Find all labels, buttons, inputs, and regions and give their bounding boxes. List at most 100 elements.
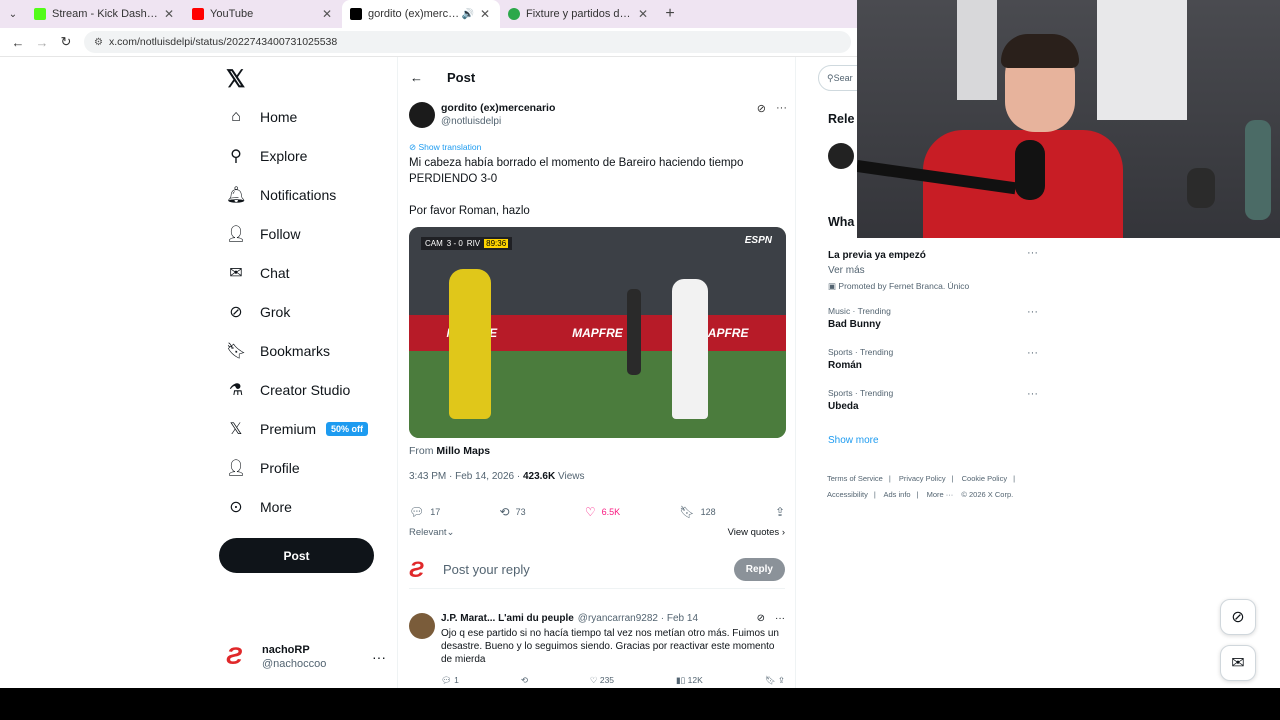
source-link[interactable]: Millo Maps xyxy=(436,445,490,457)
close-tab-icon[interactable]: ✕ xyxy=(636,7,650,21)
sort-dropdown[interactable]: Relevant⌄ xyxy=(409,527,454,538)
close-tab-icon[interactable]: ✕ xyxy=(162,7,176,21)
repost-icon[interactable]: ⟲ xyxy=(521,675,528,686)
bookmark-button[interactable]: 🔖︎ 128 xyxy=(679,505,715,519)
speaker-icon[interactable]: 🔊 xyxy=(462,9,474,20)
reload-icon[interactable]: ↻ xyxy=(54,34,78,50)
nav-explore[interactable]: ⚲ Explore xyxy=(226,141,307,171)
nav-bookmarks[interactable]: 🔖︎ Bookmarks xyxy=(226,336,330,366)
nav-chat[interactable]: ✉ Chat xyxy=(226,258,289,288)
reply-button[interactable]: 💬︎ 17 xyxy=(409,505,440,519)
nav-profile[interactable]: 👤︎ Profile xyxy=(226,453,300,483)
tab-x-post[interactable]: gordito (ex)mercenario on X 🔊 ✕ xyxy=(342,0,500,28)
trend-item[interactable]: La previa ya empezó Ver más ▣ Promoted b… xyxy=(828,247,1048,292)
like-button[interactable]: ♡ 6.5K xyxy=(585,505,620,519)
account-switcher[interactable]: Ƨ nachoRP @nachoccoo ··· xyxy=(226,643,386,671)
show-more-link[interactable]: Show more xyxy=(828,435,879,446)
nav-creator-studio[interactable]: ⚗ Creator Studio xyxy=(226,375,350,405)
repost-button[interactable]: ⟲ 73 xyxy=(500,505,526,519)
page-title: Post xyxy=(447,69,476,85)
trend-item[interactable]: Sports · Trending Ubeda ··· xyxy=(828,388,1048,412)
nav-home[interactable]: ⌂ Home xyxy=(226,102,297,132)
reply-button[interactable]: 💬︎ 1 xyxy=(441,675,459,686)
heart-icon: ♡ xyxy=(584,505,596,519)
media-source: From Millo Maps xyxy=(409,445,490,457)
reply-input[interactable]: Post your reply xyxy=(443,562,734,577)
back-arrow-icon[interactable]: ← xyxy=(6,35,30,50)
more-circle-icon: ⊙ xyxy=(229,499,243,516)
promoted-icon: ▣ xyxy=(828,281,839,291)
nav-follow[interactable]: 👤︎ Follow xyxy=(226,219,300,249)
reply-count: 1 xyxy=(454,675,459,685)
close-tab-icon[interactable]: ✕ xyxy=(478,7,492,21)
more-dots-icon[interactable]: ··· xyxy=(1027,306,1038,318)
relevant-person-avatar[interactable] xyxy=(828,143,854,169)
footer-link[interactable]: Accessibility xyxy=(827,490,868,499)
nav-premium[interactable]: 𝕏 Premium 50% off xyxy=(226,414,369,444)
tab-search-icon[interactable]: ⌄ xyxy=(0,0,26,28)
messages-fab-icon[interactable]: ✉ xyxy=(1220,645,1256,681)
post-video[interactable]: MAPFRE MAPFRE MAPFRE CAM 3 - 0 RIV 89:36… xyxy=(409,227,786,438)
footer-link[interactable]: Privacy Policy xyxy=(899,474,946,483)
footer-link[interactable]: More ··· xyxy=(927,490,954,499)
goalkeeper-figure xyxy=(449,269,491,419)
trend-item[interactable]: Music · Trending Bad Bunny ··· xyxy=(828,306,1048,330)
site-info-icon[interactable]: ⚙ xyxy=(94,37,103,48)
account-handle: @nachoccoo xyxy=(262,658,327,670)
kick-favicon-icon xyxy=(34,8,46,20)
post-author: gordito (ex)mercenario @notluisdelpi ⊘ ·… xyxy=(409,102,787,128)
author-handle[interactable]: @notluisdelpi xyxy=(441,116,555,127)
tab-youtube[interactable]: YouTube ✕ xyxy=(184,0,342,28)
reply-submit-button[interactable]: Reply xyxy=(733,558,785,581)
microphone xyxy=(1015,140,1045,200)
views-button[interactable]: ▮▯ 12K xyxy=(676,675,703,686)
nav-notifications[interactable]: 🔔︎ Notifications xyxy=(226,180,336,210)
tab-fixture[interactable]: Fixture y partidos de 15-02-2026 ✕ xyxy=(500,0,658,28)
bell-icon: 🔔︎ xyxy=(226,187,247,204)
share-button[interactable]: ⇪ xyxy=(775,505,785,519)
grok-icon[interactable]: ⊘ xyxy=(757,613,765,624)
author-avatar[interactable] xyxy=(409,102,435,128)
like-button[interactable]: ♡ 235 xyxy=(590,675,614,686)
nav-label: Grok xyxy=(260,304,291,320)
repost-count: 73 xyxy=(515,507,526,517)
grok-icon[interactable]: ⊘ xyxy=(757,102,766,128)
like-count: 235 xyxy=(599,675,615,685)
new-tab-icon[interactable]: + xyxy=(658,5,682,23)
footer-separator: | xyxy=(951,474,954,483)
close-tab-icon[interactable]: ✕ xyxy=(320,7,334,21)
footer-separator: | xyxy=(1013,474,1016,483)
footer-link[interactable]: Ads info xyxy=(883,490,910,499)
post-timestamp[interactable]: 3:43 PM · Feb 14, 2026 · xyxy=(409,471,520,482)
more-dots-icon[interactable]: ··· xyxy=(775,613,785,624)
youtube-favicon-icon xyxy=(192,8,204,20)
footer-link[interactable]: Terms of Service xyxy=(827,474,883,483)
forward-arrow-icon[interactable]: → xyxy=(30,35,54,50)
address-bar[interactable]: ⚙ x.com/notluisdelpi/status/202274340073… xyxy=(84,31,851,53)
commenter-name[interactable]: J.P. Marat... L'ami du peuple xyxy=(441,613,574,624)
player-figure xyxy=(672,279,708,419)
post-button[interactable]: Post xyxy=(219,538,374,573)
bookmark-icon[interactable]: 🔖︎ ⇪ xyxy=(765,675,785,686)
search-icon: ⚲ xyxy=(230,148,242,165)
commenter-avatar[interactable] xyxy=(409,613,435,639)
x-icon: 𝕏 xyxy=(229,421,243,438)
more-dots-icon[interactable]: ··· xyxy=(372,649,386,665)
more-dots-icon[interactable]: ··· xyxy=(1027,247,1038,259)
tab-kick[interactable]: Stream - Kick Dashboard ✕ xyxy=(26,0,184,28)
x-logo-icon[interactable]: 𝕏 xyxy=(226,65,245,94)
more-dots-icon[interactable]: ··· xyxy=(1027,388,1038,400)
back-arrow-icon[interactable]: ← xyxy=(410,70,423,85)
nav-more[interactable]: ⊙ More xyxy=(226,492,292,522)
more-dots-icon[interactable]: ··· xyxy=(1027,347,1038,359)
view-quotes-link[interactable]: View quotes › xyxy=(728,527,785,538)
mate-cup xyxy=(1187,168,1215,208)
show-translation-link[interactable]: ⊘ Show translation xyxy=(409,142,481,153)
footer-link[interactable]: Cookie Policy xyxy=(962,474,1007,483)
nav-grok[interactable]: ⊘ Grok xyxy=(226,297,290,327)
grok-fab-icon[interactable]: ⊘ xyxy=(1220,599,1256,635)
more-dots-icon[interactable]: ··· xyxy=(776,102,787,128)
heart-icon: ♡ xyxy=(589,675,598,685)
author-name[interactable]: gordito (ex)mercenario xyxy=(441,102,555,114)
trend-item[interactable]: Sports · Trending Román ··· xyxy=(828,347,1048,371)
